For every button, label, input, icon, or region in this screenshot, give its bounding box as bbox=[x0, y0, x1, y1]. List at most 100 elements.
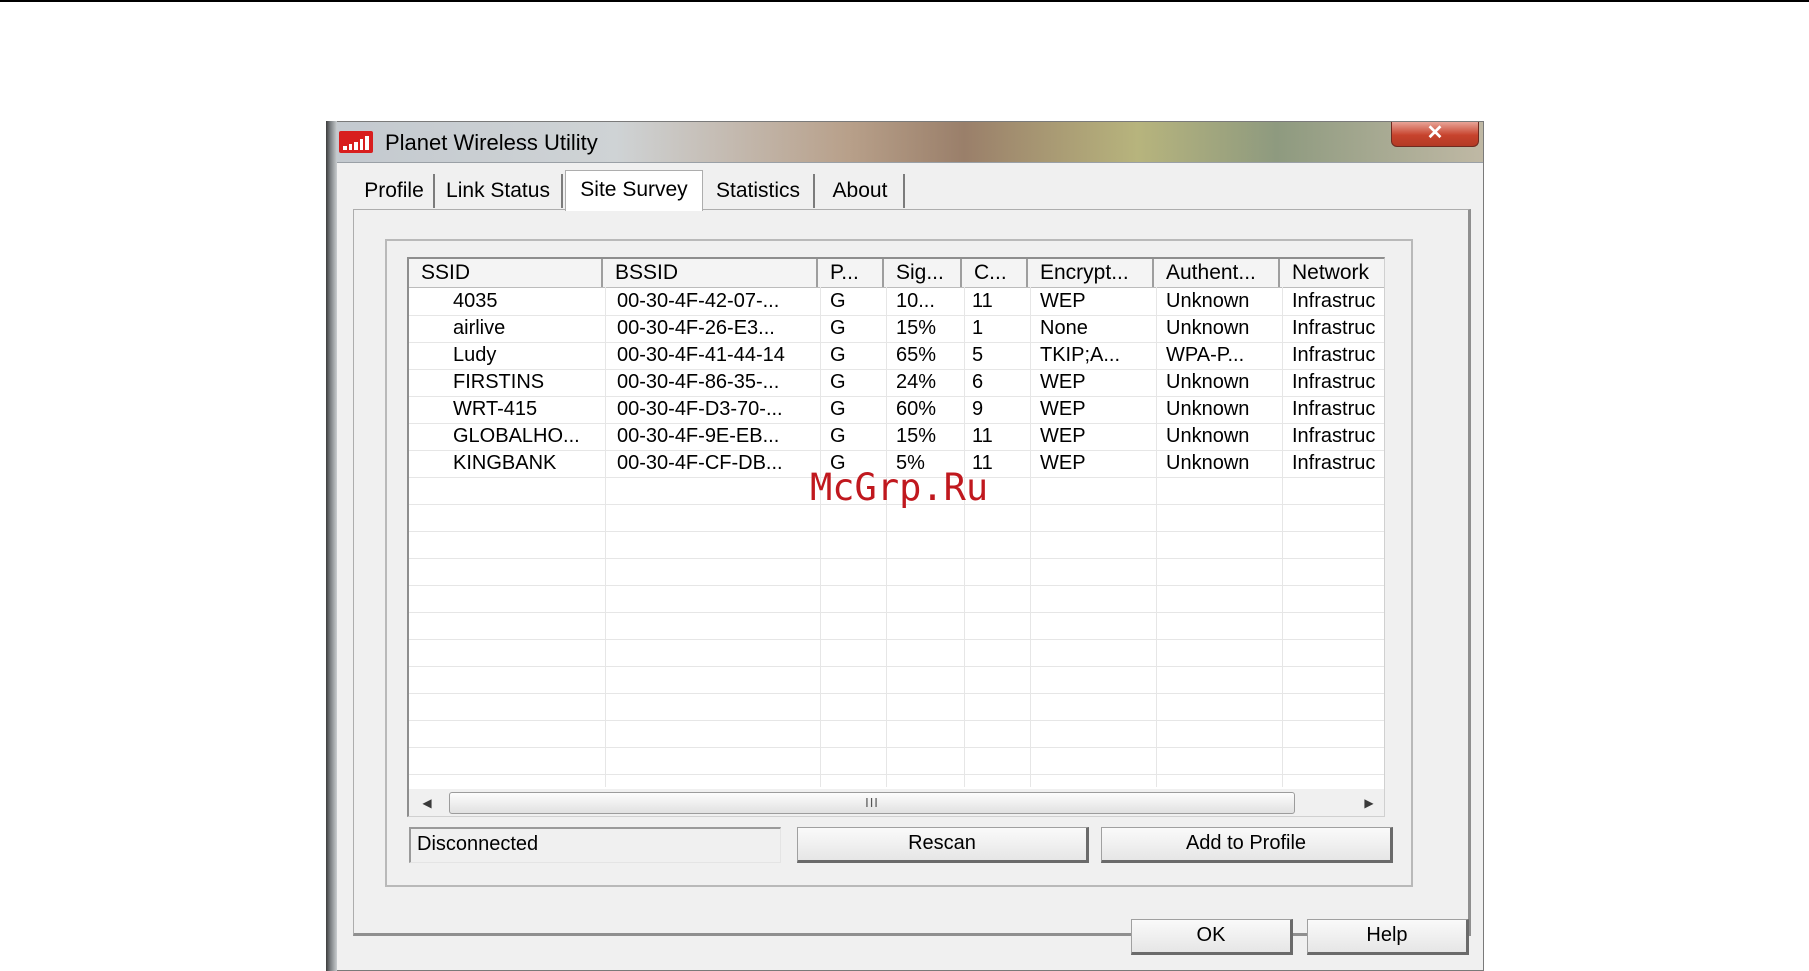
list-cell: WPA-P... bbox=[1166, 344, 1245, 366]
column-header-encryption[interactable]: Encrypt... bbox=[1028, 259, 1154, 287]
list-cell: G bbox=[830, 398, 846, 420]
close-icon: ✕ bbox=[1426, 122, 1444, 144]
app-signal-icon bbox=[339, 131, 373, 153]
list-cell: 11 bbox=[972, 290, 993, 312]
tab-profile[interactable]: Profile bbox=[355, 174, 435, 208]
list-cell: Unknown bbox=[1166, 290, 1250, 312]
list-row-empty bbox=[409, 558, 1384, 586]
list-row-empty bbox=[409, 585, 1384, 613]
column-header-authentication[interactable]: Authent... bbox=[1154, 259, 1280, 287]
scroll-left-icon[interactable]: ◀ bbox=[417, 793, 437, 813]
list-row-empty bbox=[409, 747, 1384, 775]
list-cell: WEP bbox=[1040, 290, 1086, 312]
tab-site-survey[interactable]: Site Survey bbox=[565, 170, 703, 211]
column-header-ssid[interactable]: SSID bbox=[409, 259, 603, 287]
close-button[interactable]: ✕ bbox=[1391, 122, 1479, 147]
list-cell: Infrastruc bbox=[1292, 371, 1376, 393]
list-cell: 4035 bbox=[453, 290, 498, 312]
list-row-empty bbox=[409, 531, 1384, 559]
list-cell: 10... bbox=[896, 290, 935, 312]
list-cell: G bbox=[830, 290, 846, 312]
list-row[interactable]: GLOBALHO... 00-30-4F-9E-EB... G 15% 11 WEP Unk… bbox=[409, 423, 1384, 451]
list-cell: WEP bbox=[1040, 425, 1086, 447]
list-cell: G bbox=[830, 371, 846, 393]
window-title: Planet Wireless Utility bbox=[385, 130, 598, 155]
watermark-text: McGrp.Ru bbox=[810, 466, 989, 509]
list-cell: 00-30-4F-42-07-... bbox=[617, 290, 780, 312]
title-bar[interactable]: Planet Wireless Utility ✕ bbox=[327, 122, 1483, 163]
list-cell: Unknown bbox=[1166, 371, 1250, 393]
tab-link-status[interactable]: Link Status bbox=[435, 174, 563, 208]
tab-about[interactable]: About bbox=[817, 174, 905, 208]
rescan-button[interactable]: Rescan bbox=[797, 827, 1089, 863]
list-cell: WEP bbox=[1040, 398, 1086, 420]
list-row-empty bbox=[409, 693, 1384, 721]
list-cell: Unknown bbox=[1166, 452, 1250, 474]
list-cell: Infrastruc bbox=[1292, 290, 1376, 312]
scrollbar-thumb[interactable]: III bbox=[449, 792, 1295, 814]
list-cell: airlive bbox=[453, 317, 506, 339]
help-button[interactable]: Help bbox=[1307, 919, 1469, 955]
column-header-signal[interactable]: Sig... bbox=[884, 259, 962, 287]
list-cell: Infrastruc bbox=[1292, 344, 1376, 366]
list-cell: None bbox=[1040, 317, 1088, 339]
column-header-channel[interactable]: C... bbox=[962, 259, 1028, 287]
column-header-bssid[interactable]: BSSID bbox=[603, 259, 818, 287]
tab-statistics[interactable]: Statistics bbox=[703, 174, 815, 208]
page-top-rule bbox=[0, 0, 1809, 2]
list-cell: 9 bbox=[972, 398, 984, 420]
list-row[interactable]: airlive 00-30-4F-26-E3... G 15% 1 None Unknown… bbox=[409, 315, 1384, 343]
list-cell: 6 bbox=[972, 371, 984, 393]
add-to-profile-button[interactable]: Add to Profile bbox=[1101, 827, 1393, 863]
list-cell: 1 bbox=[972, 317, 984, 339]
list-cell: G bbox=[830, 317, 846, 339]
list-cell: G bbox=[830, 425, 846, 447]
list-cell: 00-30-4F-9E-EB... bbox=[617, 425, 780, 447]
list-cell: Unknown bbox=[1166, 425, 1250, 447]
list-cell: 00-30-4F-86-35-... bbox=[617, 371, 780, 393]
connection-status-field: Disconnected bbox=[409, 827, 781, 863]
list-cell: G bbox=[830, 344, 846, 366]
list-cell: Infrastruc bbox=[1292, 317, 1376, 339]
list-cell: Ludy bbox=[453, 344, 497, 366]
list-cell: TKIP;A... bbox=[1040, 344, 1121, 366]
list-cell: 15% bbox=[896, 425, 937, 447]
list-row[interactable]: WRT-415 00-30-4F-D3-70-... G 60% 9 WEP Unknown… bbox=[409, 396, 1384, 424]
app-window: Planet Wireless Utility ✕ Profile Link S… bbox=[326, 121, 1484, 971]
list-row-empty bbox=[409, 720, 1384, 748]
list-row-empty bbox=[409, 612, 1384, 640]
list-cell: 11 bbox=[972, 425, 993, 447]
list-header: SSID BSSID P... Sig... C... Encrypt... A… bbox=[409, 259, 1384, 288]
window-frame-left bbox=[326, 121, 337, 971]
site-survey-list[interactable]: SSID BSSID P... Sig... C... Encrypt... A… bbox=[407, 257, 1385, 817]
column-header-phy[interactable]: P... bbox=[818, 259, 884, 287]
list-row[interactable]: FIRSTINS 00-30-4F-86-35-... G 24% 6 WEP Unknow… bbox=[409, 369, 1384, 397]
list-cell: 15% bbox=[896, 317, 937, 339]
list-cell: GLOBALHO... bbox=[453, 425, 580, 447]
list-cell: WEP bbox=[1040, 452, 1086, 474]
scroll-right-icon[interactable]: ▶ bbox=[1359, 793, 1379, 813]
list-row-empty bbox=[409, 666, 1384, 694]
list-cell: Unknown bbox=[1166, 398, 1250, 420]
list-row[interactable]: Ludy 00-30-4F-41-44-14 G 65% 5 TKIP;A... WPA-P… bbox=[409, 342, 1384, 370]
list-cell: 24% bbox=[896, 371, 937, 393]
list-cell: 00-30-4F-CF-DB... bbox=[617, 452, 783, 474]
list-cell: Unknown bbox=[1166, 317, 1250, 339]
list-row-empty bbox=[409, 639, 1384, 667]
horizontal-scrollbar[interactable]: ◀ III ▶ bbox=[409, 789, 1384, 816]
list-cell: 65% bbox=[896, 344, 937, 366]
column-header-network[interactable]: Network bbox=[1280, 259, 1384, 287]
list-cell: Infrastruc bbox=[1292, 425, 1376, 447]
ok-button[interactable]: OK bbox=[1131, 919, 1293, 955]
list-cell: Infrastruc bbox=[1292, 398, 1376, 420]
list-cell: Infrastruc bbox=[1292, 452, 1376, 474]
list-cell: KINGBANK bbox=[453, 452, 557, 474]
list-row[interactable]: 4035 00-30-4F-42-07-... G 10... 11 WEP Unknown… bbox=[409, 288, 1384, 316]
list-cell: WEP bbox=[1040, 371, 1086, 393]
list-cell: WRT-415 bbox=[453, 398, 538, 420]
list-cell: 60% bbox=[896, 398, 937, 420]
list-cell: 00-30-4F-D3-70-... bbox=[617, 398, 783, 420]
list-cell: 5 bbox=[972, 344, 984, 366]
list-cell: 00-30-4F-41-44-14 bbox=[617, 344, 785, 366]
list-cell: FIRSTINS bbox=[453, 371, 545, 393]
